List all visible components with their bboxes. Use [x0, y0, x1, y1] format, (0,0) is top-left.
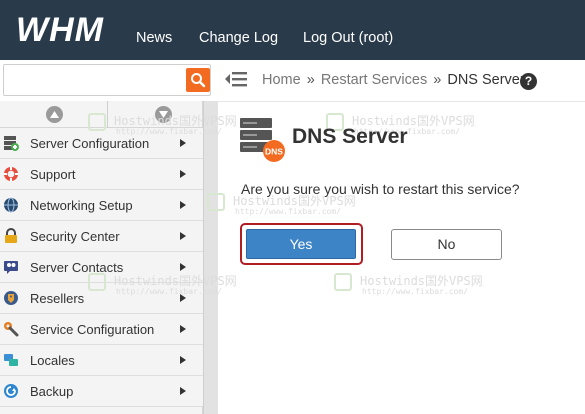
- breadcrumb-restart-services-link[interactable]: Restart Services: [321, 72, 427, 88]
- sidebar-item-service-configuration[interactable]: Service Configuration: [0, 314, 203, 345]
- confirm-message: Are you sure you wish to restart this se…: [241, 181, 520, 197]
- locales-icon: [4, 354, 18, 366]
- chevron-down-icon: [155, 106, 172, 123]
- search-box: [3, 64, 211, 96]
- search-icon: [191, 73, 206, 88]
- sidebar-item-label: Service Configuration: [30, 322, 155, 337]
- watermark-logo: [207, 193, 225, 211]
- dns-badge-text: DNS: [265, 147, 283, 157]
- wrench-icon: [4, 322, 19, 337]
- watermark-url: http://www.fixbar.com/: [235, 207, 341, 216]
- collapse-menu-icon[interactable]: [224, 69, 248, 89]
- nav-logout-link[interactable]: Log Out (root): [303, 30, 393, 46]
- arrow-right-icon: [180, 139, 186, 147]
- globe-icon: [4, 197, 18, 213]
- help-icon[interactable]: ?: [520, 73, 537, 90]
- sidebar-item-support[interactable]: Support: [0, 159, 203, 190]
- contacts-icon: [4, 261, 18, 274]
- arrow-right-icon: [180, 325, 186, 333]
- breadcrumb-home-link[interactable]: Home: [262, 72, 301, 88]
- search-input[interactable]: [8, 68, 180, 92]
- sidebar-item-label: Locales: [30, 353, 75, 368]
- watermark-logo: [334, 273, 352, 291]
- sidebar-item-locales[interactable]: Locales: [0, 345, 203, 376]
- arrow-right-icon: [180, 387, 186, 395]
- page-title: DNS Server: [292, 125, 408, 148]
- arrow-right-icon: [180, 356, 186, 364]
- reseller-tag-icon: [4, 291, 18, 305]
- sidebar-item-server-configuration[interactable]: Server Configuration: [0, 128, 203, 159]
- breadcrumb-separator: »: [306, 72, 315, 88]
- sidebar: Server Configuration Support Networking …: [0, 101, 203, 414]
- watermark-text: Hostwinds国外VPS网: [360, 274, 483, 288]
- nav-change-log-link[interactable]: Change Log: [199, 30, 278, 46]
- arrow-right-icon: [180, 232, 186, 240]
- sidebar-item-label: Server Contacts: [30, 260, 124, 275]
- svg-text:WHM: WHM: [16, 12, 104, 46]
- top-header: WHM News Change Log Log Out (root): [0, 0, 585, 60]
- arrow-right-icon: [180, 170, 186, 178]
- arrow-right-icon: [180, 201, 186, 209]
- sidebar-item-backup[interactable]: Backup: [0, 376, 203, 407]
- divider: [218, 101, 585, 102]
- nav-news-link[interactable]: News: [136, 30, 172, 46]
- watermark-logo: [88, 273, 106, 291]
- sidebar-item-label: Resellers: [30, 291, 85, 306]
- arrow-right-icon: [180, 263, 186, 271]
- sidebar-item-label: Security Center: [30, 229, 120, 244]
- sidebar-item-security-center[interactable]: Security Center: [0, 221, 203, 252]
- lock-icon: [5, 228, 17, 243]
- arrow-right-icon: [180, 294, 186, 302]
- breadcrumb: Home » Restart Services » DNS Server: [262, 72, 525, 88]
- chevron-up-icon: [46, 106, 63, 123]
- sidebar-scrollbar[interactable]: [203, 101, 218, 414]
- whm-logo[interactable]: WHM: [14, 12, 118, 46]
- watermark-url: http://www.fixbar.com/: [362, 287, 468, 296]
- no-button[interactable]: No: [391, 229, 502, 260]
- sidebar-item-label: Backup: [30, 384, 74, 399]
- sidebar-item-label: Support: [30, 167, 76, 182]
- collapse-all-button[interactable]: [109, 101, 203, 128]
- yes-button[interactable]: Yes: [246, 229, 356, 259]
- search-button[interactable]: [186, 68, 210, 92]
- breadcrumb-current: DNS Server: [447, 72, 525, 88]
- backup-icon: [4, 384, 18, 398]
- dns-server-icon: DNS: [240, 118, 285, 162]
- sidebar-item-networking-setup[interactable]: Networking Setup: [0, 190, 203, 221]
- sidebar-item-label: Networking Setup: [30, 198, 133, 213]
- watermark-logo: [88, 113, 106, 131]
- server-config-icon: [4, 136, 19, 151]
- breadcrumb-separator: »: [433, 72, 442, 88]
- sidebar-item-label: Server Configuration: [30, 136, 150, 151]
- lifebuoy-icon: [4, 167, 18, 181]
